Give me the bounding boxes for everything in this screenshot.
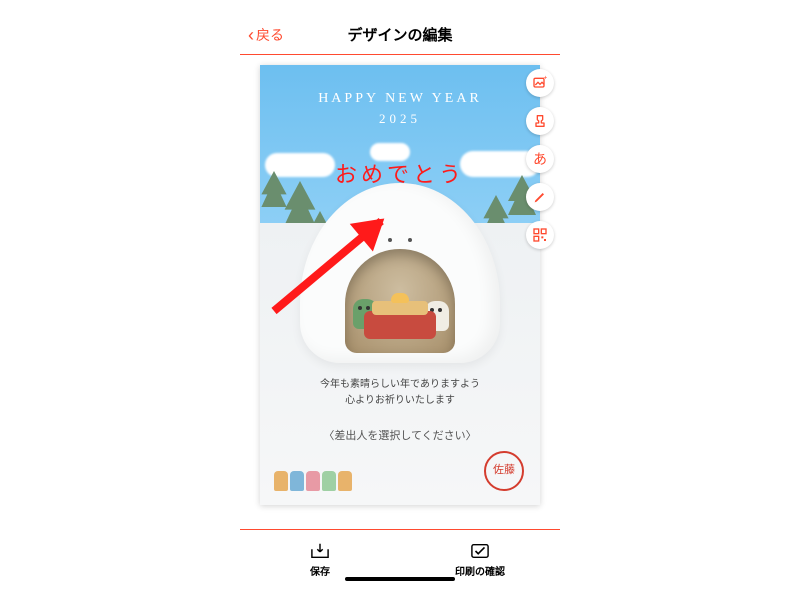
qr-button[interactable] [526, 221, 554, 249]
decoration-stamps [274, 471, 352, 491]
sender-placeholder[interactable]: 〈差出人を選択してください〉 [260, 427, 540, 443]
app-screen: ‹ 戻る デザインの編集 HAPPY NEW YEAR 2025 おめでとう [240, 15, 560, 585]
back-label: 戻る [256, 25, 284, 45]
pen-button[interactable] [526, 183, 554, 211]
message-line-2: 心よりお祈りいたします [260, 393, 540, 409]
add-image-button[interactable]: + [526, 69, 554, 97]
design-canvas-area: HAPPY NEW YEAR 2025 おめでとう [240, 55, 560, 529]
save-icon [309, 542, 331, 560]
tool-palette: + あ [526, 69, 554, 249]
greeting-line: HAPPY NEW YEAR [318, 91, 482, 106]
back-button[interactable]: ‹ 戻る [248, 15, 284, 54]
message-text: 今年も素晴らしい年でありますよう 心よりお祈りいたします [260, 377, 540, 409]
greeting-year: 2025 [260, 111, 540, 127]
chevron-left-icon: ‹ [248, 26, 254, 44]
kotatsu-icon [364, 301, 436, 339]
pen-icon [532, 189, 548, 205]
message-line-1: 今年も素晴らしい年でありますよう [260, 377, 540, 393]
add-text-button[interactable]: あ [526, 145, 554, 173]
print-label: 印刷の確認 [455, 563, 505, 578]
hanko-seal[interactable]: 佐藤 [484, 451, 524, 491]
greeting-text: HAPPY NEW YEAR 2025 [260, 91, 540, 127]
stamp-icon [532, 113, 548, 129]
save-label: 保存 [310, 563, 330, 578]
page-title: デザインの編集 [347, 24, 452, 45]
qr-icon [532, 227, 548, 243]
home-indicator [345, 577, 455, 581]
add-stamp-button[interactable] [526, 107, 554, 135]
header: ‹ 戻る デザインの編集 [240, 15, 560, 55]
igloo-illustration [300, 183, 500, 363]
image-add-icon: + [532, 75, 548, 91]
svg-text:+: + [543, 75, 547, 82]
print-check-icon [469, 542, 491, 560]
text-icon: あ [533, 149, 547, 169]
